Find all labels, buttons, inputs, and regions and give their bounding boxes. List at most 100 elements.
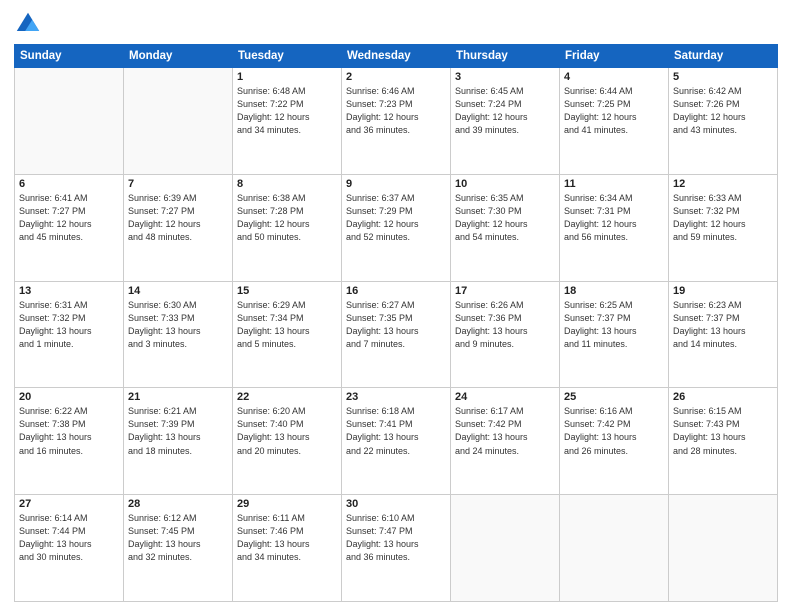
calendar-cell: 13 Sunrise: 6:31 AM Sunset: 7:32 PM Dayli… [15, 281, 124, 388]
day-number: 19 [673, 285, 773, 297]
day-number: 13 [19, 285, 119, 297]
calendar-cell: 3 Sunrise: 6:45 AM Sunset: 7:24 PM Daylig… [451, 68, 560, 175]
day-info: Sunrise: 6:33 AM Sunset: 7:32 PM Dayligh… [673, 192, 773, 244]
calendar-cell: 5Sunrise: 6:42 AM Sunset: 7:26 PM Daylig… [669, 68, 778, 175]
calendar-cell: 20 Sunrise: 6:22 AM Sunset: 7:38 PM Dayli… [15, 388, 124, 495]
calendar-cell [15, 68, 124, 175]
calendar-cell: 17 Sunrise: 6:26 AM Sunset: 7:36 PM Dayli… [451, 281, 560, 388]
calendar-week-row: 6 Sunrise: 6:41 AM Sunset: 7:27 PM Daylig… [15, 174, 778, 281]
calendar-cell: 18 Sunrise: 6:25 AM Sunset: 7:37 PM Dayli… [560, 281, 669, 388]
calendar-cell: 7 Sunrise: 6:39 AM Sunset: 7:27 PM Daylig… [124, 174, 233, 281]
calendar-cell [560, 495, 669, 602]
calendar-cell: 9Sunrise: 6:37 AM Sunset: 7:29 PM Daylig… [342, 174, 451, 281]
day-info: Sunrise: 6:22 AM Sunset: 7:38 PM Dayligh… [19, 405, 119, 457]
day-number: 25 [564, 391, 664, 403]
day-info: Sunrise: 6:21 AM Sunset: 7:39 PM Dayligh… [128, 405, 228, 457]
day-info: Sunrise: 6:30 AM Sunset: 7:33 PM Dayligh… [128, 299, 228, 351]
day-info: Sunrise: 6:46 AM Sunset: 7:23 PM Dayligh… [346, 85, 446, 137]
day-number: 30 [346, 498, 446, 510]
day-info: Sunrise: 6:41 AM Sunset: 7:27 PM Dayligh… [19, 192, 119, 244]
day-number: 4 [564, 71, 664, 83]
calendar-cell: 24Sunrise: 6:17 AM Sunset: 7:42 PM Dayli… [451, 388, 560, 495]
calendar-cell: 22 Sunrise: 6:20 AM Sunset: 7:40 PM Dayli… [233, 388, 342, 495]
day-number: 21 [128, 391, 228, 403]
calendar-cell [669, 495, 778, 602]
calendar-cell: 4 Sunrise: 6:44 AM Sunset: 7:25 PM Daylig… [560, 68, 669, 175]
day-number: 20 [19, 391, 119, 403]
day-info: Sunrise: 6:26 AM Sunset: 7:36 PM Dayligh… [455, 299, 555, 351]
calendar-cell: 10 Sunrise: 6:35 AM Sunset: 7:30 PM Dayli… [451, 174, 560, 281]
calendar-cell: 14Sunrise: 6:30 AM Sunset: 7:33 PM Dayli… [124, 281, 233, 388]
calendar-cell: 12 Sunrise: 6:33 AM Sunset: 7:32 PM Dayli… [669, 174, 778, 281]
day-number: 9 [346, 178, 446, 190]
day-number: 18 [564, 285, 664, 297]
calendar-cell: 23 Sunrise: 6:18 AM Sunset: 7:41 PM Dayli… [342, 388, 451, 495]
calendar-cell: 11Sunrise: 6:34 AM Sunset: 7:31 PM Dayli… [560, 174, 669, 281]
day-info: Sunrise: 6:31 AM Sunset: 7:32 PM Dayligh… [19, 299, 119, 351]
day-number: 8 [237, 178, 337, 190]
day-info: Sunrise: 6:29 AM Sunset: 7:34 PM Dayligh… [237, 299, 337, 351]
calendar-cell: 30 Sunrise: 6:10 AM Sunset: 7:47 PM Dayli… [342, 495, 451, 602]
day-number: 15 [237, 285, 337, 297]
day-info: Sunrise: 6:20 AM Sunset: 7:40 PM Dayligh… [237, 405, 337, 457]
day-number: 23 [346, 391, 446, 403]
day-info: Sunrise: 6:39 AM Sunset: 7:27 PM Dayligh… [128, 192, 228, 244]
day-info: Sunrise: 6:16 AM Sunset: 7:42 PM Dayligh… [564, 405, 664, 457]
day-number: 3 [455, 71, 555, 83]
calendar-cell: 27Sunrise: 6:14 AM Sunset: 7:44 PM Dayli… [15, 495, 124, 602]
weekday-header-saturday: Saturday [669, 45, 778, 68]
weekday-header-wednesday: Wednesday [342, 45, 451, 68]
calendar-cell: 28 Sunrise: 6:12 AM Sunset: 7:45 PM Dayli… [124, 495, 233, 602]
day-info: Sunrise: 6:34 AM Sunset: 7:31 PM Dayligh… [564, 192, 664, 244]
calendar-cell: 16 Sunrise: 6:27 AM Sunset: 7:35 PM Dayli… [342, 281, 451, 388]
calendar-cell: 2 Sunrise: 6:46 AM Sunset: 7:23 PM Daylig… [342, 68, 451, 175]
day-number: 22 [237, 391, 337, 403]
calendar-week-row: 1 Sunrise: 6:48 AM Sunset: 7:22 PM Daylig… [15, 68, 778, 175]
day-info: Sunrise: 6:45 AM Sunset: 7:24 PM Dayligh… [455, 85, 555, 137]
calendar-cell: 26 Sunrise: 6:15 AM Sunset: 7:43 PM Dayli… [669, 388, 778, 495]
day-number: 10 [455, 178, 555, 190]
calendar-cell: 21 Sunrise: 6:21 AM Sunset: 7:39 PM Dayli… [124, 388, 233, 495]
day-info: Sunrise: 6:10 AM Sunset: 7:47 PM Dayligh… [346, 512, 446, 564]
calendar-cell [124, 68, 233, 175]
day-number: 12 [673, 178, 773, 190]
day-info: Sunrise: 6:17 AM Sunset: 7:42 PM Dayligh… [455, 405, 555, 457]
calendar-cell: 29Sunrise: 6:11 AM Sunset: 7:46 PM Dayli… [233, 495, 342, 602]
calendar-cell: 19 Sunrise: 6:23 AM Sunset: 7:37 PM Dayli… [669, 281, 778, 388]
calendar-cell: 1 Sunrise: 6:48 AM Sunset: 7:22 PM Daylig… [233, 68, 342, 175]
day-number: 5 [673, 71, 773, 83]
page-header [14, 10, 778, 38]
weekday-header-sunday: Sunday [15, 45, 124, 68]
calendar-cell: 6 Sunrise: 6:41 AM Sunset: 7:27 PM Daylig… [15, 174, 124, 281]
day-info: Sunrise: 6:18 AM Sunset: 7:41 PM Dayligh… [346, 405, 446, 457]
calendar-week-row: 13 Sunrise: 6:31 AM Sunset: 7:32 PM Dayli… [15, 281, 778, 388]
day-number: 29 [237, 498, 337, 510]
day-number: 17 [455, 285, 555, 297]
day-info: Sunrise: 6:12 AM Sunset: 7:45 PM Dayligh… [128, 512, 228, 564]
weekday-header-friday: Friday [560, 45, 669, 68]
day-info: Sunrise: 6:44 AM Sunset: 7:25 PM Dayligh… [564, 85, 664, 137]
day-info: Sunrise: 6:25 AM Sunset: 7:37 PM Dayligh… [564, 299, 664, 351]
day-number: 28 [128, 498, 228, 510]
logo-icon [14, 10, 42, 38]
day-number: 16 [346, 285, 446, 297]
weekday-header-monday: Monday [124, 45, 233, 68]
day-number: 1 [237, 71, 337, 83]
calendar-cell: 8Sunrise: 6:38 AM Sunset: 7:28 PM Daylig… [233, 174, 342, 281]
weekday-header-tuesday: Tuesday [233, 45, 342, 68]
calendar-table: SundayMondayTuesdayWednesdayThursdayFrid… [14, 44, 778, 602]
day-info: Sunrise: 6:35 AM Sunset: 7:30 PM Dayligh… [455, 192, 555, 244]
day-number: 26 [673, 391, 773, 403]
weekday-header-row: SundayMondayTuesdayWednesdayThursdayFrid… [15, 45, 778, 68]
day-number: 6 [19, 178, 119, 190]
weekday-header-thursday: Thursday [451, 45, 560, 68]
day-info: Sunrise: 6:14 AM Sunset: 7:44 PM Dayligh… [19, 512, 119, 564]
day-info: Sunrise: 6:48 AM Sunset: 7:22 PM Dayligh… [237, 85, 337, 137]
day-number: 7 [128, 178, 228, 190]
day-info: Sunrise: 6:23 AM Sunset: 7:37 PM Dayligh… [673, 299, 773, 351]
logo [14, 10, 46, 38]
day-number: 2 [346, 71, 446, 83]
day-info: Sunrise: 6:15 AM Sunset: 7:43 PM Dayligh… [673, 405, 773, 457]
calendar-week-row: 27Sunrise: 6:14 AM Sunset: 7:44 PM Dayli… [15, 495, 778, 602]
day-info: Sunrise: 6:27 AM Sunset: 7:35 PM Dayligh… [346, 299, 446, 351]
